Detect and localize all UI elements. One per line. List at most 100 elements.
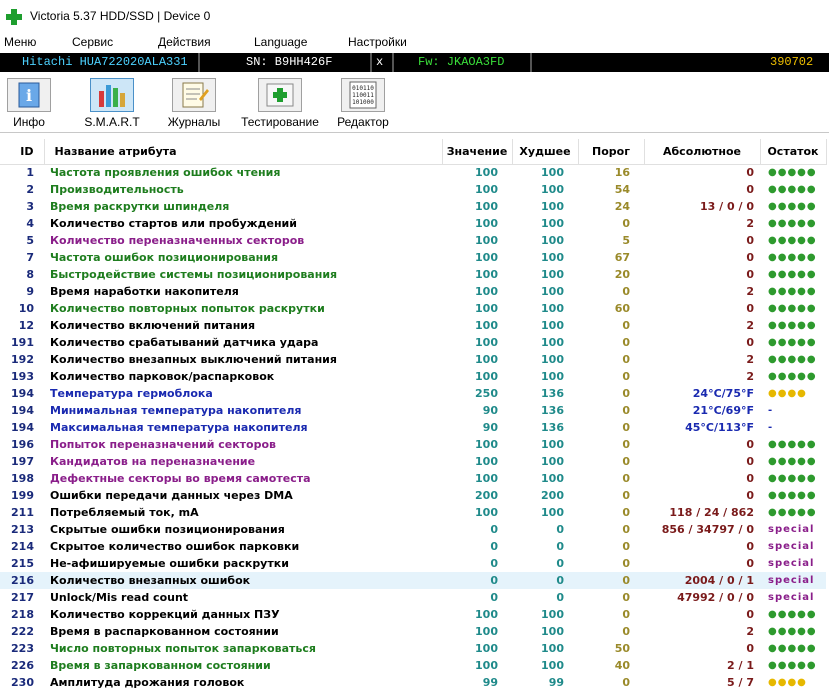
toolbar-logs-button[interactable]: Журналы	[164, 76, 224, 132]
cell-remaining: ●●●●●	[768, 507, 817, 518]
cell-worst: 0	[556, 557, 564, 570]
cell-threshold: 0	[622, 336, 630, 349]
table-row[interactable]: 198 Дефектные секторы во время самотеста 1…	[0, 470, 826, 487]
table-row[interactable]: 193 Количество парковок/распарковок 100 100…	[0, 368, 826, 385]
table-row[interactable]: 216 Количество внезапных ошибок 0 0 0 2004 / …	[0, 572, 826, 589]
cell-worst: 100	[541, 319, 564, 332]
table-row[interactable]: 194 Максимальная температура накопителя 90…	[0, 419, 826, 436]
column-header-remaining[interactable]: Остаток	[760, 139, 827, 165]
cell-worst: 100	[541, 455, 564, 468]
table-row[interactable]: 215 Не-афишируемые ошибки раскрутки 0 0 0 0 sp…	[0, 555, 826, 572]
column-header-worst[interactable]: Худшее	[512, 139, 579, 165]
cell-attribute-name: Быстродействие системы позиционирования	[50, 268, 338, 281]
table-row[interactable]: 1 Частота проявления ошибок чтения 100 100 1…	[0, 164, 826, 181]
menu-item-language[interactable]: Language	[254, 35, 307, 49]
cell-absolute: 0	[746, 608, 754, 621]
table-row[interactable]: 213 Скрытые ошибки позиционирования 0 0 0 856…	[0, 521, 826, 538]
cell-threshold: 0	[622, 370, 630, 383]
toolbar-testing-button[interactable]: Тестирование	[238, 76, 322, 132]
cell-absolute: 47992 / 0 / 0	[677, 591, 754, 604]
cell-value: 0	[490, 523, 498, 536]
table-row[interactable]: 191 Количество срабатываний датчика удара…	[0, 334, 826, 351]
cell-worst: 0	[556, 540, 564, 553]
device-model[interactable]: Hitachi HUA722020ALA331	[22, 55, 188, 69]
cell-threshold: 0	[622, 625, 630, 638]
table-row[interactable]: 197 Кандидатов на переназначение 100 100 0 0 ●…	[0, 453, 826, 470]
cell-value: 99	[482, 676, 498, 689]
cell-worst: 136	[541, 404, 564, 417]
table-row[interactable]: 8 Быстродействие системы позиционирования…	[0, 266, 826, 283]
column-header-name[interactable]: Название атрибута	[44, 139, 443, 165]
cell-worst: 100	[541, 370, 564, 383]
cell-remaining: ●●●●●	[768, 337, 817, 348]
table-row[interactable]: 7 Частота ошибок позиционирования 100 100 67…	[0, 249, 826, 266]
column-header-value[interactable]: Значение	[442, 139, 513, 165]
table-row[interactable]: 222 Время в распаркованном состоянии 100 10…	[0, 623, 826, 640]
table-row[interactable]: 230 Амплитуда дрожания головок 99 99 0 5 / 7 ●…	[0, 674, 826, 691]
cell-remaining: ●●●●●	[768, 371, 817, 382]
table-row[interactable]: 9 Время наработки накопителя 100 100 0 2 ●●●●●	[0, 283, 826, 300]
table-row[interactable]: 5 Количество переназначенных секторов 100 1…	[0, 232, 826, 249]
cell-absolute: 24°C/75°F	[692, 387, 754, 400]
app-plus-icon	[6, 9, 22, 25]
cell-threshold: 0	[622, 523, 630, 536]
cell-absolute: 2	[746, 285, 754, 298]
cell-threshold: 0	[622, 387, 630, 400]
cell-attribute-name: Частота проявления ошибок чтения	[50, 166, 281, 180]
cell-threshold: 0	[622, 489, 630, 502]
cell-absolute: 0	[746, 489, 754, 502]
table-row[interactable]: 2 Производительность 100 100 54 0 ●●●●●	[0, 181, 826, 198]
table-row[interactable]: 211 Потребляемый ток, mA 100 100 0 118 / 24 /…	[0, 504, 826, 521]
cell-absolute: 2004 / 0 / 1	[644, 572, 760, 589]
cell-threshold: 54	[614, 183, 630, 196]
cell-value: 100	[475, 625, 498, 638]
toolbar: i Инфо S.M.A.R.T Журналы Тестирование 01…	[0, 73, 829, 133]
table-row[interactable]: 10 Количество повторных попыток раскрутки…	[0, 300, 826, 317]
cell-remaining: ●●●●●	[768, 303, 817, 314]
cell-absolute: 45°C/113°F	[685, 421, 754, 434]
cell-id: 8	[26, 268, 34, 281]
column-header-id[interactable]: ID	[0, 139, 45, 165]
cell-attribute-name: Не-афишируемые ошибки раскрутки	[50, 557, 289, 570]
cell-id: 199	[11, 489, 34, 502]
toolbar-editor-button[interactable]: 010110 110011 101000 Редактор	[334, 76, 392, 132]
table-row[interactable]: 194 Температура гермоблока 250 136 0 24°C/75°…	[0, 385, 826, 402]
table-row[interactable]: 196 Попыток переназначений секторов 100 100…	[0, 436, 826, 453]
table-row[interactable]: 192 Количество внезапных выключений питан…	[0, 351, 826, 368]
cell-worst: 100	[541, 642, 564, 655]
cell-id: 193	[11, 370, 34, 383]
cell-remaining: ●●●●●	[768, 184, 817, 195]
cell-absolute: 0	[746, 540, 754, 553]
menu-item-service[interactable]: Сервис	[72, 35, 113, 49]
table-row[interactable]: 194 Минимальная температура накопителя 90 1…	[0, 402, 826, 419]
cell-attribute-name: Попыток переназначений секторов	[50, 438, 276, 451]
table-row[interactable]: 217 Unlock/Mis read count 0 0 0 47992 / 0 / 0…	[0, 589, 826, 606]
cell-absolute: 2	[746, 625, 754, 638]
table-row[interactable]: 199 Ошибки передачи данных через DMA 200 20…	[0, 487, 826, 504]
toolbar-info-button[interactable]: i Инфо	[4, 76, 54, 132]
toolbar-smart-button[interactable]: S.M.A.R.T	[80, 76, 144, 132]
cell-id: 217	[11, 591, 34, 604]
cell-id: 196	[11, 438, 34, 451]
table-row[interactable]: 12 Количество включений питания 100 100 0 2 ●●…	[0, 317, 826, 334]
table-row[interactable]: 226 Время в запаркованном состоянии 100 100…	[0, 657, 826, 674]
cell-worst: 200	[541, 489, 564, 502]
menu-item-main[interactable]: Меню	[4, 35, 36, 49]
cell-worst: 100	[541, 336, 564, 349]
menu-item-settings[interactable]: Настройки	[348, 35, 407, 49]
cell-worst: 100	[541, 353, 564, 366]
table-row[interactable]: 223 Число повторных попыток запарковаться…	[0, 640, 826, 657]
menu-item-actions[interactable]: Действия	[158, 35, 211, 49]
column-header-absolute[interactable]: Абсолютное	[644, 139, 761, 165]
table-row[interactable]: 3 Время раскрутки шпинделя 100 100 24 13 / 0 …	[0, 198, 826, 215]
cell-value: 90	[482, 404, 498, 417]
cell-id: 192	[11, 353, 34, 366]
table-row[interactable]: 218 Количество коррекций данных ПЗУ 100 100…	[0, 606, 826, 623]
menu-bar: Меню Сервис Действия Language Настройки	[0, 34, 829, 52]
cell-worst: 0	[556, 523, 564, 536]
device-close-button[interactable]: x	[376, 55, 383, 69]
table-row[interactable]: 4 Количество стартов или пробуждений 100 10…	[0, 215, 826, 232]
cell-remaining: ●●●●●	[768, 286, 817, 297]
table-row[interactable]: 214 Скрытое количество ошибок парковки 0 0 0…	[0, 538, 826, 555]
column-header-threshold[interactable]: Порог	[578, 139, 645, 165]
